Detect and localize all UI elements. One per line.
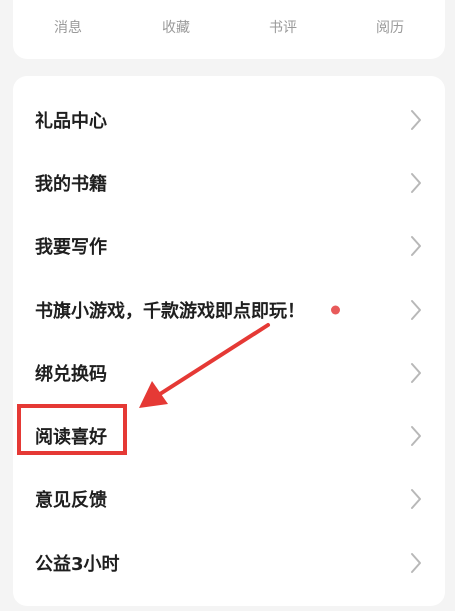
menu-item-writing[interactable]: 我要写作 (13, 214, 445, 278)
menu-item-label: 礼品中心 (35, 111, 107, 132)
menu-item-my-books[interactable]: 我的书籍 (13, 151, 445, 215)
menu-item-label: 绑兑换码 (35, 364, 107, 385)
notification-dot (331, 305, 340, 315)
quick-nav-label: 书评 (269, 20, 297, 36)
quick-nav-messages[interactable]: 消息 (28, 0, 108, 59)
menu-item-label: 书旗小游戏，千款游戏即点即玩！ (35, 301, 305, 322)
menu-list-card: 礼品中心 我的书籍 我要写作 书旗小游戏，千款游戏即点即玩！ 绑兑换码 阅读喜好 (13, 76, 445, 606)
bookmark-icon (161, 0, 191, 12)
quick-nav-favorites[interactable]: 收藏 (136, 0, 216, 59)
chevron-right-icon (409, 362, 423, 384)
chevron-right-icon (409, 488, 423, 510)
quick-nav-reviews[interactable]: 书评 (243, 0, 323, 59)
menu-item-label: 意见反馈 (35, 490, 107, 511)
chevron-right-icon (409, 235, 423, 257)
menu-item-mini-games[interactable]: 书旗小游戏，千款游戏即点即玩！ (13, 278, 445, 342)
quick-nav-card: 消息 收藏 书评 阅历 (13, 0, 445, 59)
quick-nav-history[interactable]: 阅历 (350, 0, 430, 59)
chevron-right-icon (409, 425, 423, 447)
menu-item-redeem-code[interactable]: 绑兑换码 (13, 341, 445, 405)
chevron-right-icon (409, 552, 423, 574)
chevron-right-icon (409, 299, 423, 321)
menu-item-feedback[interactable]: 意见反馈 (13, 467, 445, 531)
menu-item-gift-center[interactable]: 礼品中心 (13, 88, 445, 152)
quick-nav-label: 收藏 (162, 20, 190, 36)
chevron-right-icon (409, 109, 423, 131)
menu-item-label: 公益3小时 (35, 554, 120, 575)
message-icon (53, 0, 83, 12)
quick-nav-label: 消息 (54, 20, 82, 36)
annotation-highlight-box (17, 404, 127, 455)
menu-item-label: 我的书籍 (35, 174, 107, 195)
menu-item-label: 我要写作 (35, 237, 107, 258)
quick-nav-label: 阅历 (376, 20, 404, 36)
menu-item-charity-3-hours[interactable]: 公益3小时 (13, 531, 445, 595)
comment-icon (268, 0, 298, 12)
history-clock-icon (375, 0, 405, 12)
chevron-right-icon (409, 172, 423, 194)
